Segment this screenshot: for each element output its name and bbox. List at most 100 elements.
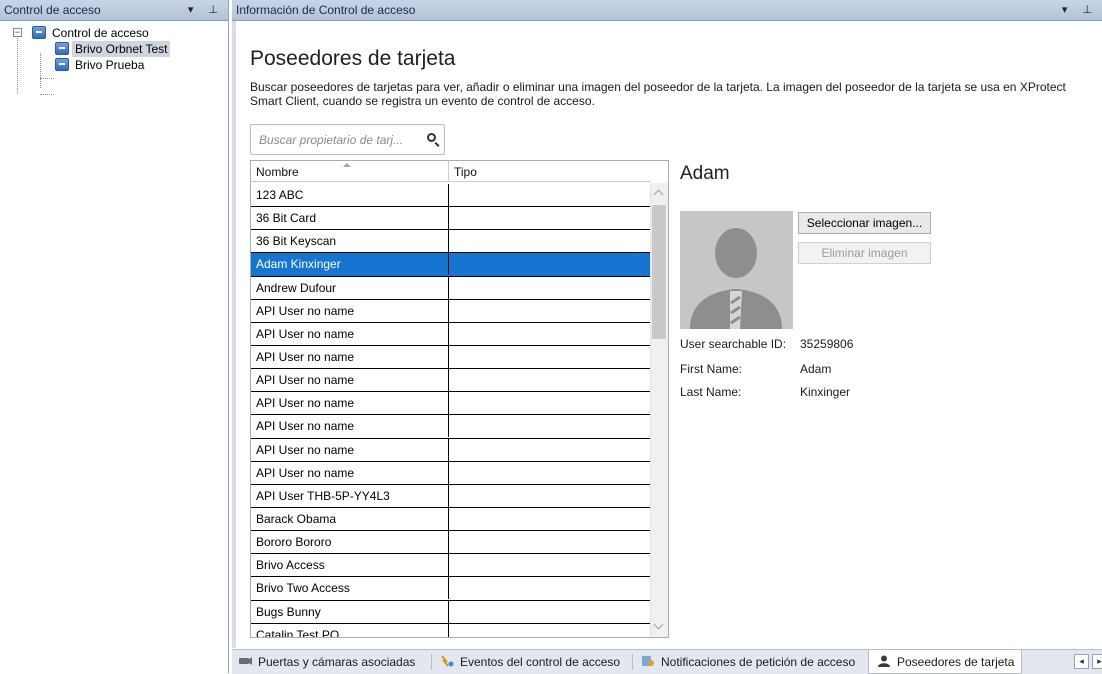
cell-nombre: Brivo Access — [251, 554, 449, 577]
tab-scroll-left-icon[interactable]: ◂ — [1074, 654, 1089, 669]
cell-tipo — [449, 462, 651, 484]
access-control-icon — [55, 58, 69, 71]
cell-tipo — [449, 369, 651, 391]
select-image-button[interactable]: Seleccionar imagen... — [798, 212, 931, 234]
prop-label-last-name: Last Name: — [680, 385, 742, 399]
cell-tipo — [449, 392, 651, 414]
cell-nombre: API User no name — [251, 415, 449, 438]
page-description: Buscar poseedores de tarjetas para ver, … — [250, 80, 1066, 108]
pane-pin-buttons[interactable]: ▾ ⊥ — [1062, 0, 1098, 20]
scroll-down-icon[interactable] — [653, 619, 664, 630]
cell-tipo — [449, 323, 651, 345]
table-row[interactable]: 36 Bit Keyscan — [251, 230, 651, 254]
door-camera-icon — [239, 657, 252, 665]
cell-nombre: API User no name — [251, 461, 449, 484]
cell-tipo — [449, 439, 651, 461]
cell-nombre: Brivo Two Access — [251, 577, 449, 600]
cell-tipo — [449, 415, 651, 437]
cell-nombre: API User no name — [251, 369, 449, 392]
prop-label-user-id: User searchable ID: — [680, 337, 787, 351]
table-row[interactable]: API User no name — [251, 322, 651, 346]
grid-scrollbar[interactable] — [650, 183, 668, 637]
tab-cardholders[interactable]: Poseedores de tarjeta — [868, 650, 1022, 674]
table-row[interactable]: API User no name — [251, 369, 651, 393]
content-border — [232, 21, 236, 648]
prop-value-last-name: Kinxinger — [800, 385, 851, 399]
cell-tipo — [449, 207, 651, 229]
column-header-nombre[interactable]: Nombre — [251, 161, 449, 181]
cell-tipo — [449, 230, 651, 252]
cell-tipo — [449, 253, 651, 275]
table-row[interactable]: Catalin Test PO — [251, 623, 651, 637]
cardholder-name: Adam — [680, 163, 730, 184]
tab-scroll-right-icon[interactable]: ▸ — [1092, 654, 1102, 669]
table-row[interactable]: API User no name — [251, 415, 651, 439]
table-row[interactable]: API User no name — [251, 299, 651, 323]
bottom-tab-bar: Puertas y cámaras asociadas Eventos del … — [232, 649, 1102, 674]
cell-nombre: Bugs Bunny — [251, 600, 449, 623]
scroll-thumb[interactable] — [652, 205, 666, 339]
tab-access-request-notifications[interactable]: Notificaciones de petición de acceso — [641, 650, 871, 674]
cell-nombre: 36 Bit Card — [251, 207, 449, 230]
cell-tipo — [449, 346, 651, 368]
tree-item-brivo-orbnet-test[interactable]: Brivo Orbnet Test — [0, 41, 228, 57]
table-row[interactable]: 123 ABC — [251, 184, 651, 208]
table-row[interactable]: Andrew Dufour — [251, 276, 651, 300]
cardholder-photo — [680, 211, 793, 329]
events-icon — [441, 655, 454, 667]
access-control-icon — [32, 26, 46, 39]
cell-tipo — [449, 485, 651, 507]
cell-nombre: Adam Kinxinger — [251, 253, 449, 276]
person-icon — [878, 655, 890, 667]
prop-value-first-name: Adam — [800, 362, 832, 376]
tab-access-events[interactable]: Eventos del control de acceso — [440, 650, 632, 674]
cell-nombre: API User no name — [251, 392, 449, 415]
table-row[interactable]: Barack Obama — [251, 507, 651, 532]
cell-tipo — [449, 624, 651, 637]
tree-item-label: Control de acceso — [52, 26, 149, 40]
collapse-icon[interactable]: − — [13, 28, 22, 37]
right-pane-header: Información de Control de acceso ▾ ⊥ — [232, 0, 1102, 21]
cell-tipo — [449, 277, 651, 299]
left-pane-header: Control de acceso ▾ ⊥ — [0, 0, 228, 21]
cell-tipo — [449, 184, 651, 206]
pane-pin-buttons[interactable]: ▾ ⊥ — [188, 0, 224, 20]
table-row[interactable]: API User THB-5P-YY4L3 — [251, 484, 651, 508]
tab-doors-cameras[interactable]: Puertas y cámaras asociadas — [238, 650, 428, 674]
table-row[interactable]: API User no name — [251, 392, 651, 416]
table-row[interactable]: Bororo Bororo — [251, 531, 651, 555]
cell-tipo — [449, 601, 651, 623]
table-row[interactable]: API User no name — [251, 345, 651, 370]
scroll-up-icon[interactable] — [653, 189, 664, 200]
access-control-icon — [55, 42, 69, 55]
remove-image-button: Eliminar imagen — [798, 242, 931, 264]
table-row[interactable]: 36 Bit Card — [251, 207, 651, 231]
tree-item-root[interactable]: − Control de acceso — [0, 25, 228, 41]
table-row[interactable]: Adam Kinxinger — [251, 253, 651, 277]
cell-tipo — [449, 300, 651, 322]
search-icon[interactable] — [427, 133, 436, 142]
grid-header: Nombre Tipo — [251, 161, 651, 182]
table-row[interactable]: API User no name — [251, 461, 651, 485]
sort-ascending-icon — [343, 163, 351, 167]
column-header-tipo[interactable]: Tipo — [449, 161, 651, 181]
left-pane: Control de acceso ▾ ⊥ − Control de acces… — [0, 0, 229, 673]
tree-item-brivo-prueba[interactable]: Brivo Prueba — [0, 57, 228, 73]
notification-icon — [642, 656, 654, 666]
cell-nombre: 123 ABC — [251, 184, 449, 206]
cell-nombre: Catalin Test PO — [251, 623, 449, 637]
cell-nombre: 36 Bit Keyscan — [251, 230, 449, 253]
page-title: Poseedores de tarjeta — [250, 47, 456, 70]
tree-item-label: Brivo Prueba — [75, 58, 145, 72]
table-row[interactable]: Brivo Two Access — [251, 577, 651, 601]
cell-nombre: Bororo Bororo — [251, 531, 449, 554]
cardholder-search[interactable] — [250, 124, 445, 155]
search-input[interactable] — [257, 132, 421, 148]
table-row[interactable]: API User no name — [251, 438, 651, 462]
cell-tipo — [449, 554, 651, 576]
cell-nombre: API User no name — [251, 322, 449, 345]
access-control-tree: − Control de acceso Brivo Orbnet Test Br… — [0, 21, 228, 95]
right-pane-title: Información de Control de acceso — [236, 3, 416, 17]
table-row[interactable]: Bugs Bunny — [251, 600, 651, 624]
table-row[interactable]: Brivo Access — [251, 554, 651, 578]
